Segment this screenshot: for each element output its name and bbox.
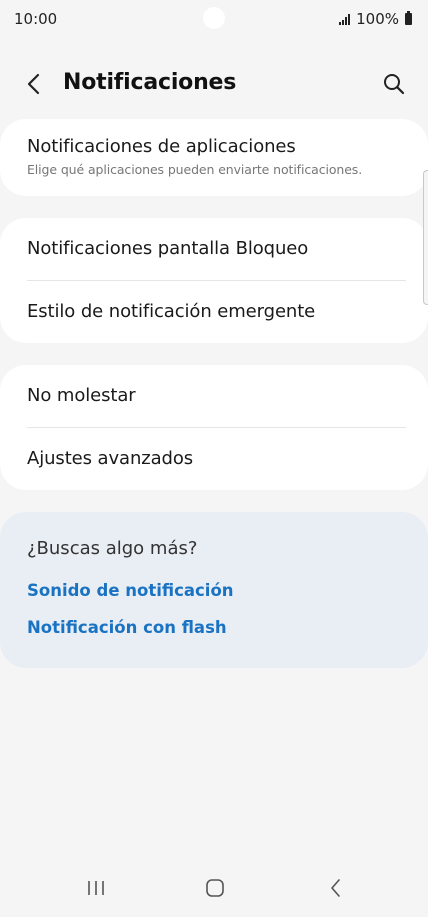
back-icon — [331, 879, 340, 897]
suggestions-card: ¿Buscas algo más? Sonido de notificación… — [0, 512, 428, 668]
lock-screen-card: Notificaciones pantalla Bloqueo Estilo d… — [0, 218, 428, 343]
flash-notification-link[interactable]: Notificación con flash — [27, 618, 227, 637]
divider — [27, 427, 406, 428]
app-header: Notificaciones — [0, 60, 428, 108]
screen: 10:00 100% Notificaciones Notificaciones… — [0, 0, 428, 917]
advanced-settings-item[interactable]: Ajustes avanzados — [27, 448, 406, 469]
popup-style-item[interactable]: Estilo de notificación emergente — [27, 301, 406, 322]
suggestions-title: ¿Buscas algo más? — [27, 538, 198, 559]
recent-apps-button[interactable] — [76, 873, 116, 903]
divider — [27, 280, 406, 281]
do-not-disturb-title: No molestar — [27, 385, 136, 406]
notification-sound-link[interactable]: Sonido de notificación — [27, 581, 234, 600]
dnd-advanced-card: No molestar Ajustes avanzados — [0, 365, 428, 490]
advanced-settings-title: Ajustes avanzados — [27, 448, 194, 469]
camera-cutout — [203, 7, 225, 29]
back-button[interactable] — [18, 68, 50, 100]
nav-back-button[interactable] — [316, 873, 356, 903]
search-icon — [384, 74, 405, 95]
recent-apps-icon — [88, 881, 104, 895]
do-not-disturb-item[interactable]: No molestar — [27, 385, 406, 406]
status-time: 10:00 — [14, 10, 58, 28]
app-notifications-subtitle: Elige qué aplicaciones pueden enviarte n… — [27, 162, 363, 177]
app-notifications-title: Notificaciones de aplicaciones — [27, 136, 296, 157]
app-notifications-item[interactable]: Notificaciones de aplicaciones Elige qué… — [27, 136, 406, 177]
signal-icon — [339, 13, 351, 25]
popup-style-title: Estilo de notificación emergente — [27, 301, 316, 322]
lock-screen-notifications-item[interactable]: Notificaciones pantalla Bloqueo — [27, 238, 406, 259]
navigation-bar — [0, 857, 428, 917]
scroll-indicator[interactable] — [423, 170, 428, 305]
battery-percentage: 100% — [356, 10, 399, 28]
page-title: Notificaciones — [63, 70, 237, 95]
home-button[interactable] — [195, 873, 235, 903]
status-indicators: 100% — [339, 10, 412, 28]
battery-icon — [405, 11, 412, 25]
lock-screen-notifications-title: Notificaciones pantalla Bloqueo — [27, 238, 309, 259]
status-bar: 10:00 100% — [0, 0, 428, 38]
chevron-left-icon — [27, 73, 40, 95]
app-notifications-card: Notificaciones de aplicaciones Elige qué… — [0, 119, 428, 196]
search-button[interactable] — [378, 68, 410, 100]
home-icon — [206, 879, 224, 897]
